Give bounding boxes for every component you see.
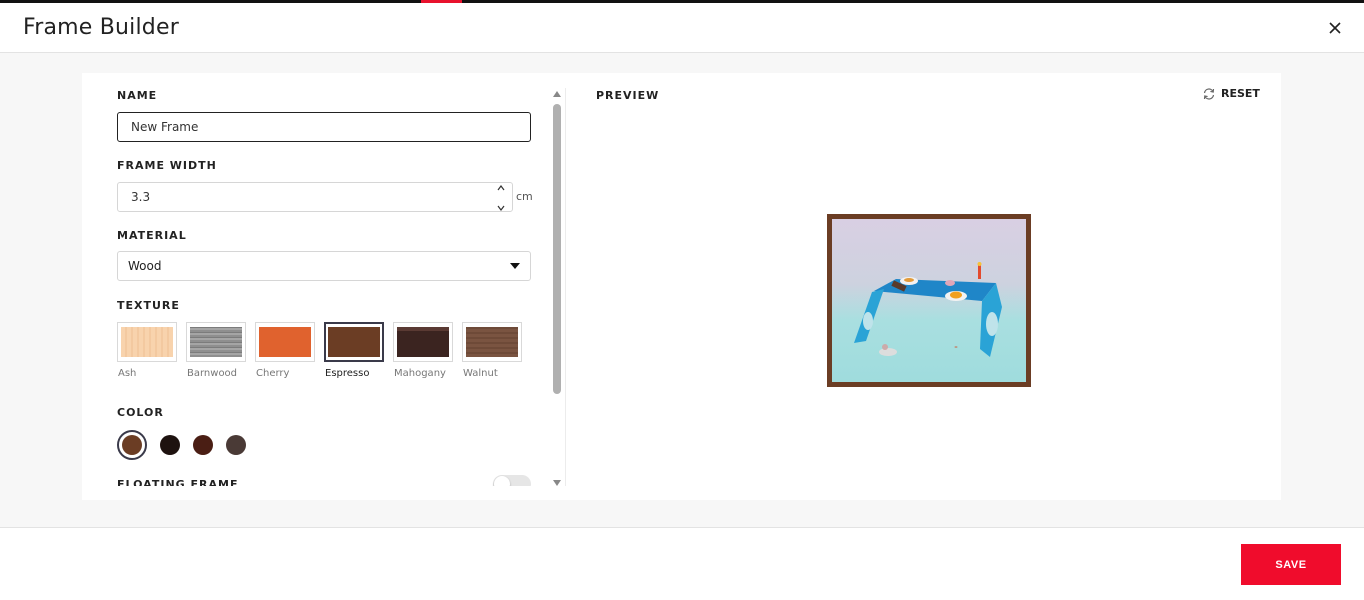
- color-list: [117, 430, 246, 460]
- frame-width-stepper[interactable]: [496, 185, 506, 211]
- texture-option-mahogany[interactable]: Mahogany: [393, 322, 453, 379]
- color-option[interactable]: [193, 435, 213, 455]
- texture-label: TEXTURE: [117, 299, 180, 312]
- texture-label-walnut: Walnut: [463, 368, 498, 379]
- material-select[interactable]: Wood: [117, 251, 531, 281]
- frame-width-unit: cm: [516, 190, 533, 203]
- dialog-footer: SAVE: [0, 529, 1364, 600]
- texture-label-ash: Ash: [118, 368, 137, 379]
- floating-frame-label: FLOATING FRAME: [117, 478, 239, 486]
- floating-frame-toggle[interactable]: [493, 475, 531, 486]
- artwork-image: [832, 219, 1026, 382]
- color-swatch: [122, 435, 142, 455]
- texture-option-espresso[interactable]: Espresso: [324, 322, 384, 379]
- texture-label-espresso: Espresso: [325, 368, 370, 379]
- color-option-selected[interactable]: [117, 430, 147, 460]
- preview-label: PREVIEW: [596, 89, 660, 102]
- texture-label-barnwood: Barnwood: [187, 368, 238, 379]
- chevron-up-icon[interactable]: [497, 185, 505, 191]
- reset-button[interactable]: RESET: [1202, 87, 1260, 100]
- color-option[interactable]: [226, 435, 246, 455]
- toggle-knob: [494, 476, 510, 486]
- options-scrollbar[interactable]: [552, 91, 562, 486]
- builder-card: NAME New Frame FRAME WIDTH 3.3 cm MATERI…: [82, 73, 1281, 500]
- name-input[interactable]: New Frame: [117, 112, 531, 142]
- texture-label-mahogany: Mahogany: [394, 368, 446, 379]
- reset-label: RESET: [1221, 87, 1260, 100]
- texture-swatch-frame: [393, 322, 453, 362]
- chevron-down-icon[interactable]: [497, 205, 505, 211]
- material-label: MATERIAL: [117, 229, 187, 242]
- texture-swatch: [259, 327, 311, 357]
- save-button[interactable]: SAVE: [1241, 544, 1341, 585]
- texture-option-barnwood[interactable]: Barnwood: [186, 322, 246, 379]
- color-option[interactable]: [160, 435, 180, 455]
- texture-option-cherry[interactable]: Cherry: [255, 322, 315, 379]
- dialog-title: Frame Builder: [23, 15, 179, 40]
- name-label: NAME: [117, 89, 158, 102]
- frame-width-value: 3.3: [131, 190, 151, 204]
- material-select-value: Wood: [128, 259, 162, 273]
- texture-list: Ash Barnwood Cherry Espresso Mahogany Wa…: [117, 322, 522, 379]
- texture-swatch: [121, 327, 173, 357]
- texture-swatch-frame: [117, 322, 177, 362]
- close-icon: [1329, 22, 1341, 34]
- artwork-illustration: [854, 262, 1002, 357]
- options-panel[interactable]: NAME New Frame FRAME WIDTH 3.3 cm MATERI…: [82, 73, 565, 486]
- color-label: COLOR: [117, 406, 164, 419]
- texture-swatch: [328, 327, 380, 357]
- texture-swatch-frame: [186, 322, 246, 362]
- dialog-header: Frame Builder: [0, 3, 1364, 53]
- frame-width-input[interactable]: 3.3: [117, 182, 513, 212]
- name-input-value: New Frame: [131, 120, 199, 134]
- texture-swatch: [397, 327, 449, 357]
- texture-swatch-frame: [462, 322, 522, 362]
- scroll-down-icon[interactable]: [553, 480, 561, 486]
- frame-width-label: FRAME WIDTH: [117, 159, 217, 172]
- texture-swatch: [190, 327, 242, 357]
- frame-preview: [827, 214, 1031, 387]
- texture-option-walnut[interactable]: Walnut: [462, 322, 522, 379]
- caret-down-icon: [510, 263, 520, 269]
- close-button[interactable]: [1324, 17, 1346, 39]
- scroll-up-icon[interactable]: [553, 91, 561, 97]
- texture-swatch-frame: [255, 322, 315, 362]
- scrollbar-thumb[interactable]: [553, 104, 561, 394]
- panel-divider: [565, 88, 566, 486]
- texture-swatch: [466, 327, 518, 357]
- texture-option-ash[interactable]: Ash: [117, 322, 177, 379]
- dialog-body: NAME New Frame FRAME WIDTH 3.3 cm MATERI…: [0, 53, 1364, 528]
- texture-swatch-frame: [324, 322, 384, 362]
- refresh-icon: [1203, 87, 1215, 100]
- texture-label-cherry: Cherry: [256, 368, 290, 379]
